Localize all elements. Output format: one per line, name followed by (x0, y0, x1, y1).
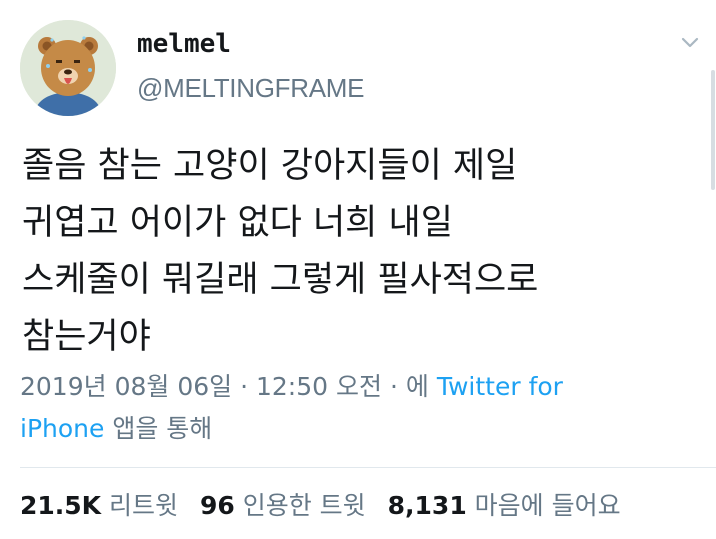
retweets-label: 리트윗 (109, 491, 179, 520)
likes-label: 마음에 들어요 (474, 491, 621, 520)
source-link-part2: iPhone (20, 414, 105, 443)
tweet-text-line: 스케줄이 뭐길래 그렇게 필사적으로 (22, 260, 539, 300)
retweets-count: 21.5K (20, 491, 102, 520)
meta-row: iPhone 앱을 통해 (20, 408, 700, 450)
chevron-down-icon[interactable] (678, 32, 702, 52)
source-link-part1: Twitter for (436, 372, 563, 401)
user-handle[interactable]: @MELTINGFRAME (137, 72, 364, 104)
source-suffix: 앱을 통해 (112, 414, 213, 443)
retweets-stat[interactable]: 21.5K 리트윗 (20, 486, 178, 526)
tweet-time[interactable]: 12:50 오전 (256, 372, 382, 401)
tweet-date[interactable]: 2019년 08월 06일 (20, 372, 232, 401)
source-link[interactable]: Twitter for (437, 372, 563, 401)
via-label: 에 (405, 372, 429, 401)
separator-dot: · (240, 372, 249, 401)
tweet-stats: 21.5K 리트윗 96 인용한 트윗 8,131 마음에 들어요 (20, 486, 635, 526)
avatar[interactable] (20, 20, 116, 116)
quotes-count: 96 (199, 491, 235, 520)
quotes-stat[interactable]: 96 인용한 트윗 (200, 486, 366, 526)
likes-count: 8,131 (387, 491, 467, 520)
tweet-text-line: 참는거야 (22, 317, 151, 357)
tweet-metadata: 2019년 08월 06일 · 12:50 오전 · 에 Twitter for… (20, 366, 700, 450)
source-link-continued[interactable]: iPhone (20, 414, 104, 443)
separator-dot: · (389, 372, 398, 401)
display-name[interactable]: melmel (137, 28, 231, 60)
meta-row: 2019년 08월 06일 · 12:50 오전 · 에 Twitter for (20, 366, 700, 408)
quotes-label: 인용한 트윗 (242, 491, 366, 520)
tweet-text: 졸음 참는 고양이 강아지들이 제일 귀엽고 어이가 없다 너희 내일 스케줄이… (22, 138, 682, 366)
likes-stat[interactable]: 8,131 마음에 들어요 (388, 486, 621, 526)
divider (20, 467, 716, 468)
tweet-detail: melmel @MELTINGFRAME 졸음 참는 고양이 강아지들이 제일 … (0, 0, 716, 539)
tweet-text-line: 졸음 참는 고양이 강아지들이 제일 (22, 146, 518, 186)
tweet-text-line: 귀엽고 어이가 없다 너희 내일 (22, 203, 453, 243)
bear-avatar-icon (20, 20, 116, 116)
scrollbar[interactable] (711, 70, 715, 190)
